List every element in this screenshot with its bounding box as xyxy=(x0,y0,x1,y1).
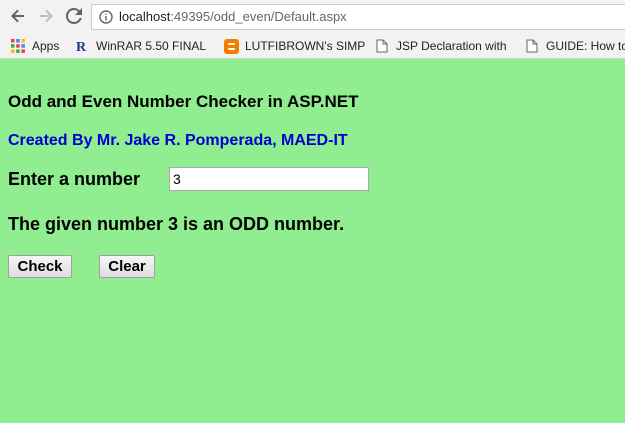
page-content: Odd and Even Number Checker in ASP.NET C… xyxy=(0,59,625,423)
page-title: Odd and Even Number Checker in ASP.NET xyxy=(8,92,359,111)
info-icon[interactable] xyxy=(99,10,113,24)
result-message: The given number 3 is an ODD number. xyxy=(8,214,345,234)
bookmark-label: WinRAR 5.50 FINAL I xyxy=(96,39,210,53)
check-button[interactable]: Check xyxy=(8,255,72,278)
r-logo-icon: R xyxy=(74,38,90,54)
bookmark-jsp[interactable]: JSP Declaration with xyxy=(374,37,510,55)
address-bar[interactable]: localhost:49395/odd_even/Default.aspx xyxy=(91,4,625,30)
reload-icon[interactable] xyxy=(63,5,85,27)
author-credit: Created By Mr. Jake R. Pomperada, MAED-I… xyxy=(8,132,348,149)
page-icon xyxy=(524,38,540,54)
clear-button[interactable]: Clear xyxy=(99,255,155,278)
bookmark-label: LUTFIBROWN's SIMP xyxy=(245,39,365,53)
browser-toolbar: localhost:49395/odd_even/Default.aspx xyxy=(0,0,625,34)
number-label: Enter a number xyxy=(8,169,141,189)
blogger-icon xyxy=(223,38,239,54)
bookmark-label: GUIDE: How to xyxy=(546,39,625,53)
back-icon[interactable] xyxy=(7,5,29,27)
bookmark-apps[interactable]: Apps xyxy=(10,37,70,55)
apps-grid-icon xyxy=(10,38,26,54)
bookmark-lutfibrown[interactable]: LUTFIBROWN's SIMP xyxy=(223,37,365,55)
url-host: localhost xyxy=(119,9,171,24)
bookmark-guide[interactable]: GUIDE: How to xyxy=(524,37,625,55)
number-input[interactable] xyxy=(169,167,369,191)
page-icon xyxy=(374,38,390,54)
url-text: localhost:49395/odd_even/Default.aspx xyxy=(119,9,347,24)
svg-text:R: R xyxy=(76,40,87,53)
url-path: :49395/odd_even/Default.aspx xyxy=(170,9,347,24)
bookmarks-bar: Apps R WinRAR 5.50 FINAL I LUTFIBROWN's … xyxy=(0,34,625,59)
bookmark-winrar[interactable]: R WinRAR 5.50 FINAL I xyxy=(74,37,210,55)
bookmark-label: Apps xyxy=(32,39,60,53)
bookmark-label: JSP Declaration with xyxy=(396,39,507,53)
forward-icon[interactable] xyxy=(35,5,57,27)
